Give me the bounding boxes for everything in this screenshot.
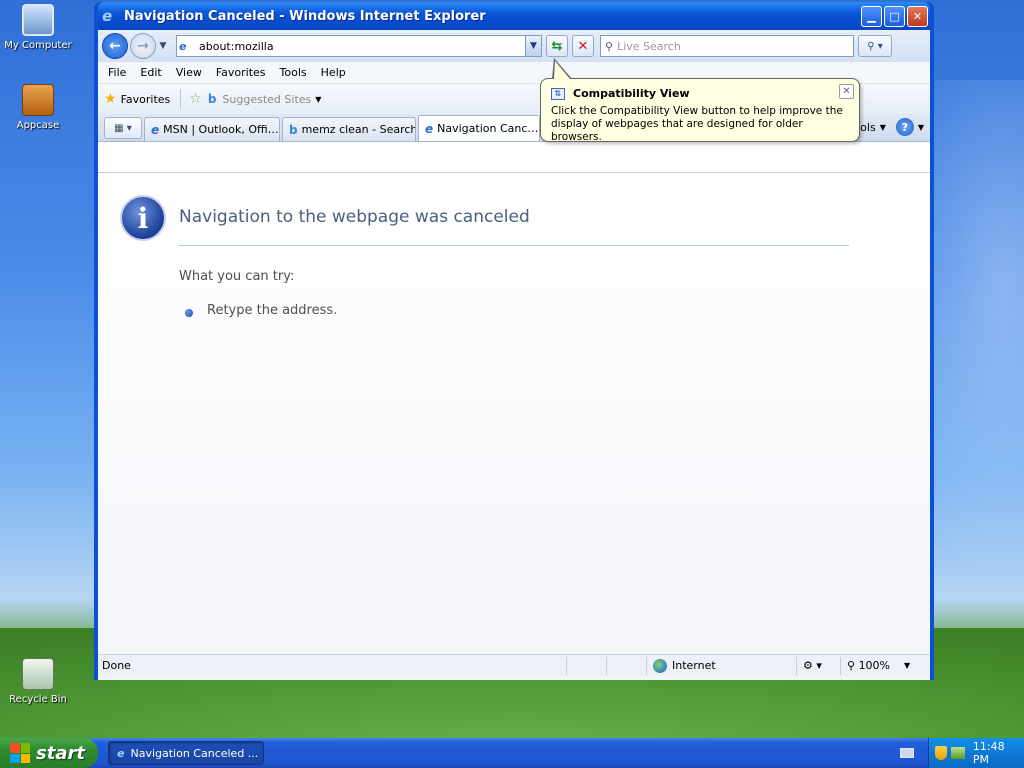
divider	[180, 89, 182, 109]
what-you-can-try-label: What you can try:	[179, 269, 295, 284]
status-text: Done	[102, 659, 131, 672]
recent-pages-dropdown[interactable]: ▼	[156, 41, 170, 51]
status-bar: Done Internet ⚙ ▾ ⚲ 100% ▼	[98, 654, 930, 676]
tab-memz-search[interactable]: b memz clean - Search	[282, 117, 416, 141]
page-icon: e	[179, 39, 187, 53]
system-tray: 11:48 PM	[928, 738, 1024, 768]
menu-tools[interactable]: Tools	[274, 64, 315, 81]
protected-mode-button[interactable]: ⚙ ▾	[796, 656, 840, 675]
page-heading: Navigation to the webpage was canceled	[179, 207, 530, 227]
desktop-icon-label: Recycle Bin	[9, 694, 67, 705]
recycle-bin-icon	[22, 658, 54, 690]
search-placeholder: Live Search	[617, 39, 681, 53]
globe-icon	[653, 658, 667, 673]
taskbar: start e Navigation Canceled ... 11:48 PM	[0, 738, 1024, 768]
url-dropdown-button[interactable]: ▼	[525, 36, 541, 56]
tools-menu-button[interactable]: ols	[860, 121, 876, 134]
tooltip-title: Compatibility View	[573, 87, 690, 100]
title-bar[interactable]: e Navigation Canceled - Windows Internet…	[98, 2, 930, 30]
desktop-icon-appcase[interactable]: Appcase	[0, 84, 76, 131]
zoom-button[interactable]: ⚲ 100% ▼	[840, 656, 930, 675]
chevron-down-icon: ▼	[904, 661, 911, 670]
divider	[179, 245, 849, 246]
suggestion-retype: Retype the address.	[207, 303, 338, 318]
desktop-icon-label: My Computer	[4, 40, 72, 51]
url-field[interactable]: e about:mozilla ▼	[176, 35, 542, 57]
ie-page-icon: e	[151, 122, 160, 137]
bing-icon: b	[289, 122, 298, 137]
language-bar-icon[interactable]	[900, 748, 914, 758]
chevron-down-icon: ▼	[315, 94, 322, 104]
security-shield-icon[interactable]	[935, 746, 947, 760]
chevron-down-icon: ▼	[879, 122, 886, 132]
tab-navigation-canceled[interactable]: e Navigation Canc… ✕	[418, 115, 540, 141]
desktop-icon-label: Appcase	[16, 120, 60, 131]
windows-logo-icon	[10, 743, 30, 763]
tooltip-header: ⇅ Compatibility View	[551, 87, 849, 100]
minimize-button[interactable]: ▁	[861, 5, 882, 27]
url-text: about:mozilla	[199, 39, 274, 53]
suggested-sites-button[interactable]: Suggested Sites	[222, 93, 311, 106]
network-icon[interactable]	[950, 747, 965, 759]
window-title: Navigation Canceled - Windows Internet E…	[124, 8, 486, 24]
clock[interactable]: 11:48 PM	[973, 740, 1024, 766]
menu-view[interactable]: View	[170, 64, 210, 81]
bing-icon: b	[207, 92, 217, 106]
tab-label: MSN | Outlook, Offi…	[163, 123, 279, 136]
zoom-icon: ⚲	[847, 659, 859, 672]
favorites-button[interactable]: Favorites	[121, 93, 171, 106]
forward-button[interactable]: →	[130, 33, 156, 59]
maximize-button[interactable]: □	[884, 5, 905, 27]
tab-msn[interactable]: e MSN | Outlook, Offi…	[144, 117, 280, 141]
zoom-level: 100%	[858, 659, 891, 672]
desktop-icon-my-computer[interactable]: My Computer	[0, 4, 76, 51]
ie-logo-icon: e	[102, 7, 113, 25]
start-button[interactable]: start	[0, 738, 98, 768]
search-options-button[interactable]: ⚲ ▾	[858, 35, 892, 57]
menu-help[interactable]: Help	[315, 64, 354, 81]
add-favorites-icon[interactable]: ☆	[189, 91, 202, 107]
status-segment	[566, 656, 606, 675]
chevron-down-icon: ▼	[917, 122, 924, 132]
search-icon: ⚲	[605, 39, 614, 53]
bullet-icon	[185, 309, 193, 317]
computer-icon	[22, 4, 54, 36]
taskbar-window-button[interactable]: e Navigation Canceled ...	[108, 741, 264, 765]
zone-label: Internet	[672, 659, 716, 672]
command-bar: ols ▼ ? ▼	[860, 118, 924, 136]
page-content: i Navigation to the webpage was canceled…	[98, 172, 930, 680]
menu-file[interactable]: File	[102, 64, 134, 81]
refresh-button[interactable]: ⇆	[546, 35, 568, 57]
compatibility-view-tooltip: ⇅ Compatibility View Click the Compatibi…	[540, 78, 860, 143]
info-icon: i	[120, 195, 166, 241]
start-label: start	[36, 742, 85, 764]
close-button[interactable]: ✕	[907, 5, 928, 27]
back-button[interactable]: ←	[102, 33, 128, 59]
tab-label: memz clean - Search	[301, 123, 416, 136]
help-icon[interactable]: ?	[895, 118, 914, 136]
favorites-star-icon: ★	[104, 91, 117, 107]
menu-favorites[interactable]: Favorites	[210, 64, 274, 81]
menu-edit[interactable]: Edit	[134, 64, 169, 81]
ie-page-icon: e	[425, 121, 434, 136]
stop-button[interactable]: ✕	[572, 35, 594, 57]
status-segment	[606, 656, 646, 675]
security-zone[interactable]: Internet	[646, 656, 796, 675]
tooltip-close-button[interactable]: ✕	[839, 84, 854, 99]
desktop-icon-recycle-bin[interactable]: Recycle Bin	[0, 658, 76, 705]
tab-label: Navigation Canc…	[437, 122, 539, 135]
briefcase-icon	[22, 84, 54, 116]
search-input[interactable]: ⚲ Live Search	[600, 35, 854, 57]
tooltip-tail-fill	[554, 61, 570, 79]
taskbar-window-label: Navigation Canceled ...	[130, 746, 259, 760]
compatibility-view-icon: ⇅	[551, 87, 565, 100]
address-bar: ← → ▼ e about:mozilla ▼ ⇆ ✕ ⚲ Live Searc…	[98, 30, 930, 62]
ie-logo-icon: e	[117, 746, 125, 760]
tooltip-body: Click the Compatibility View button to h…	[551, 105, 843, 143]
quick-tabs-button[interactable]: ▦ ▾	[104, 117, 142, 139]
